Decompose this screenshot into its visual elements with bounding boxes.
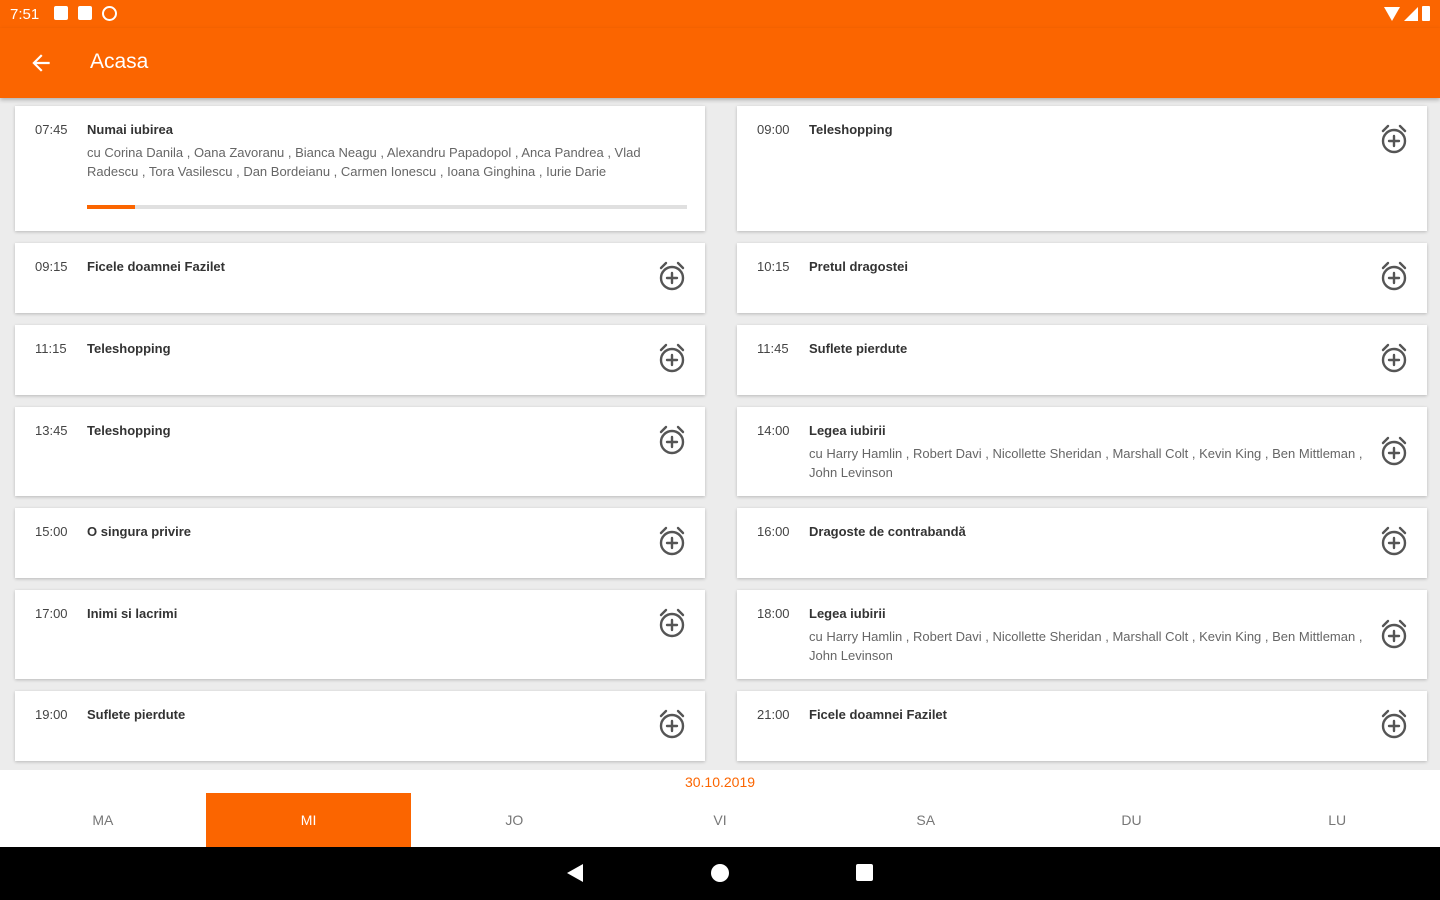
tab-mi[interactable]: MI bbox=[205, 793, 412, 847]
add-alarm-icon[interactable] bbox=[1379, 436, 1409, 468]
add-alarm-icon[interactable] bbox=[1379, 709, 1409, 741]
program-title: Numai iubirea bbox=[87, 122, 173, 137]
program-time: 19:00 bbox=[35, 707, 68, 722]
program-title: O singura privire bbox=[87, 524, 192, 539]
add-alarm-icon[interactable] bbox=[657, 425, 687, 457]
schedule-list[interactable]: 07:45 Numai iubirea cu Corina Danila , Oan… bbox=[0, 98, 1440, 770]
home-circle-icon[interactable] bbox=[711, 864, 729, 882]
program-time: 11:45 bbox=[757, 341, 789, 356]
tab-vi[interactable]: VI bbox=[617, 793, 823, 847]
program-time: 15:00 bbox=[35, 524, 68, 539]
program-progress-fill bbox=[87, 205, 135, 209]
program-title: Ficele doamnei Fazilet bbox=[87, 259, 225, 274]
program-time: 21:00 bbox=[757, 707, 790, 722]
page-title: Acasa bbox=[90, 50, 149, 73]
program-time: 17:00 bbox=[35, 606, 68, 621]
notification-icon bbox=[54, 6, 68, 20]
tab-du[interactable]: DU bbox=[1029, 793, 1235, 847]
program-card[interactable]: 16:00 Dragoste de contrabandă bbox=[737, 508, 1427, 578]
program-card[interactable]: 07:45 Numai iubirea cu Corina Danila , Oan… bbox=[15, 106, 705, 231]
app-bar: Acasa bbox=[0, 28, 1440, 98]
tab-lu[interactable]: LU bbox=[1234, 793, 1440, 847]
add-alarm-icon[interactable] bbox=[657, 526, 687, 558]
program-cast: cu Corina Danila , Oana Zavoranu , Bianc… bbox=[87, 145, 641, 179]
program-card[interactable]: 11:45 Suflete pierdute bbox=[737, 325, 1427, 395]
program-title: Teleshopping bbox=[809, 122, 893, 137]
program-card[interactable]: 10:15 Pretul dragostei bbox=[737, 243, 1427, 313]
navigation-bar bbox=[0, 847, 1440, 900]
add-alarm-icon[interactable] bbox=[657, 343, 687, 375]
program-card[interactable]: 15:00 O singura privire bbox=[15, 508, 705, 578]
program-card[interactable]: 13:45 Teleshopping bbox=[15, 407, 705, 496]
add-alarm-icon[interactable] bbox=[1379, 261, 1409, 293]
sd-card-icon bbox=[78, 6, 92, 20]
program-title: Legea iubirii bbox=[809, 423, 886, 438]
program-time: 09:15 bbox=[35, 259, 68, 274]
status-time: 7:51 bbox=[10, 6, 40, 23]
program-time: 18:00 bbox=[757, 606, 790, 621]
program-progress-bar bbox=[87, 205, 687, 209]
recents-square-icon[interactable] bbox=[856, 864, 873, 881]
back-triangle-icon[interactable] bbox=[567, 864, 583, 882]
tab-jo[interactable]: JO bbox=[411, 793, 617, 847]
date-bar: 30.10.2019 bbox=[0, 770, 1440, 794]
signal-icon bbox=[1404, 7, 1418, 21]
tab-ma[interactable]: MA bbox=[0, 793, 206, 847]
program-time: 13:45 bbox=[35, 423, 68, 438]
arrow-back-icon[interactable] bbox=[28, 50, 54, 76]
program-time: 14:00 bbox=[757, 423, 790, 438]
program-title: Legea iubirii bbox=[809, 606, 886, 621]
program-card[interactable]: 09:00 Teleshopping bbox=[737, 106, 1427, 231]
program-card[interactable]: 11:15 Teleshopping bbox=[15, 325, 705, 395]
program-card[interactable]: 21:00 Ficele doamnei Fazilet bbox=[737, 691, 1427, 761]
tab-sa[interactable]: SA bbox=[823, 793, 1029, 847]
program-time: 09:00 bbox=[757, 122, 790, 137]
add-alarm-icon[interactable] bbox=[1379, 124, 1409, 156]
selected-date: 30.10.2019 bbox=[684, 774, 756, 790]
program-title: Teleshopping bbox=[87, 423, 171, 438]
program-title: Suflete pierdute bbox=[87, 707, 186, 722]
program-card[interactable]: 17:00 Inimi si lacrimi bbox=[15, 590, 705, 679]
program-card[interactable]: 14:00 Legea iubirii cu Harry Hamlin , Robe… bbox=[737, 407, 1427, 496]
battery-icon bbox=[1422, 6, 1430, 21]
program-card[interactable]: 19:00 Suflete pierdute bbox=[15, 691, 705, 761]
add-alarm-icon[interactable] bbox=[1379, 619, 1409, 651]
add-alarm-icon[interactable] bbox=[1379, 526, 1409, 558]
add-alarm-icon[interactable] bbox=[1379, 343, 1409, 375]
program-time: 10:15 bbox=[757, 259, 790, 274]
program-cast: cu Harry Hamlin , Robert Davi , Nicollet… bbox=[809, 629, 1363, 663]
wifi-icon bbox=[1384, 7, 1400, 21]
program-title: Dragoste de contrabandă bbox=[809, 524, 966, 539]
program-cast: cu Harry Hamlin , Robert Davi , Nicollet… bbox=[809, 446, 1363, 480]
add-alarm-icon[interactable] bbox=[657, 261, 687, 293]
program-title: Ficele doamnei Fazilet bbox=[809, 707, 947, 722]
program-card[interactable]: 09:15 Ficele doamnei Fazilet bbox=[15, 243, 705, 313]
sync-icon bbox=[102, 6, 117, 21]
program-title: Pretul dragostei bbox=[809, 259, 908, 274]
program-time: 11:15 bbox=[35, 341, 67, 356]
add-alarm-icon[interactable] bbox=[657, 709, 687, 741]
program-time: 16:00 bbox=[757, 524, 790, 539]
status-bar: 7:51 bbox=[0, 0, 1440, 28]
program-title: Inimi si lacrimi bbox=[87, 606, 178, 621]
program-card[interactable]: 18:00 Legea iubirii cu Harry Hamlin , Robe… bbox=[737, 590, 1427, 679]
program-title: Suflete pierdute bbox=[809, 341, 908, 356]
program-time: 07:45 bbox=[35, 122, 68, 137]
add-alarm-icon[interactable] bbox=[657, 608, 687, 640]
program-title: Teleshopping bbox=[87, 341, 171, 356]
day-tabs: MA MI JO VI SA DU LU bbox=[0, 793, 1440, 847]
